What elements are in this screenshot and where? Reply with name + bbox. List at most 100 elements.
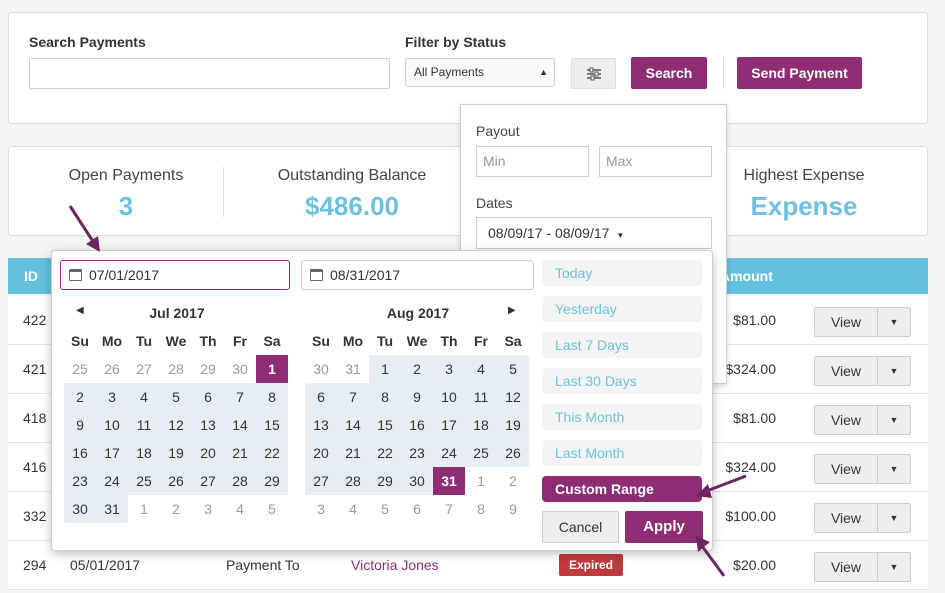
calendar-day[interactable]: 31 — [96, 495, 128, 523]
calendar-day[interactable]: 1 — [369, 355, 401, 383]
calendar-day[interactable]: 5 — [369, 495, 401, 523]
calendar-day[interactable]: 5 — [256, 495, 288, 523]
search-button[interactable]: Search — [631, 57, 707, 89]
calendar-day[interactable]: 12 — [160, 411, 192, 439]
calendar-day[interactable]: 21 — [337, 439, 369, 467]
range-option[interactable]: Yesterday — [542, 296, 702, 322]
calendar-day[interactable]: 14 — [337, 411, 369, 439]
calendar-day[interactable]: 15 — [256, 411, 288, 439]
column-header-amount[interactable]: Amount — [720, 268, 773, 284]
view-button[interactable]: View — [814, 552, 878, 582]
filter-options-button[interactable] — [571, 58, 616, 89]
dates-range-select[interactable]: 08/09/17 - 08/09/17 ▼ — [476, 217, 712, 249]
row-actions-dropdown[interactable]: ▼ — [877, 503, 911, 533]
calendar-day[interactable]: 3 — [96, 383, 128, 411]
calendar-day[interactable]: 9 — [401, 383, 433, 411]
end-date-input[interactable]: 08/31/2017 — [301, 260, 534, 290]
calendar-day[interactable]: 5 — [497, 355, 529, 383]
calendar-day[interactable]: 26 — [96, 355, 128, 383]
calendar-day[interactable]: 25 — [465, 439, 497, 467]
calendar-day[interactable]: 30 — [64, 495, 96, 523]
calendar-day[interactable]: 9 — [497, 495, 529, 523]
status-select[interactable]: All Payments ▲ — [405, 58, 555, 87]
calendar-day[interactable]: 29 — [192, 355, 224, 383]
calendar-day[interactable]: 11 — [128, 411, 160, 439]
view-button[interactable]: View — [814, 405, 878, 435]
calendar-day[interactable]: 23 — [64, 467, 96, 495]
calendar-day[interactable]: 5 — [160, 383, 192, 411]
calendar-day[interactable]: 26 — [497, 439, 529, 467]
calendar-day[interactable]: 20 — [192, 439, 224, 467]
calendar-day[interactable]: 31 — [433, 467, 465, 495]
range-option[interactable]: Today — [542, 260, 702, 286]
calendar-day[interactable]: 1 — [465, 467, 497, 495]
calendar-day[interactable]: 12 — [497, 383, 529, 411]
send-payment-button[interactable]: Send Payment — [737, 57, 862, 89]
calendar-day[interactable]: 1 — [256, 355, 288, 383]
calendar-day[interactable]: 8 — [256, 383, 288, 411]
row-actions-dropdown[interactable]: ▼ — [877, 454, 911, 484]
calendar-day[interactable]: 2 — [497, 467, 529, 495]
calendar-day[interactable]: 19 — [160, 439, 192, 467]
calendar-day[interactable]: 10 — [96, 411, 128, 439]
calendar-day[interactable]: 10 — [433, 383, 465, 411]
calendar-day[interactable]: 9 — [64, 411, 96, 439]
range-option[interactable]: Last Month — [542, 440, 702, 466]
calendar-day[interactable]: 7 — [337, 383, 369, 411]
calendar-day[interactable]: 2 — [64, 383, 96, 411]
payout-max-input[interactable]: Max — [599, 146, 712, 177]
calendar-day[interactable]: 18 — [128, 439, 160, 467]
calendar-day[interactable]: 6 — [305, 383, 337, 411]
calendar-day[interactable]: 16 — [64, 439, 96, 467]
calendar-day[interactable]: 29 — [256, 467, 288, 495]
range-option[interactable]: This Month — [542, 404, 702, 430]
range-option[interactable]: Last 30 Days — [542, 368, 702, 394]
row-actions-dropdown[interactable]: ▼ — [877, 552, 911, 582]
calendar-day[interactable]: 4 — [224, 495, 256, 523]
calendar-day[interactable]: 1 — [128, 495, 160, 523]
calendar-day[interactable]: 3 — [305, 495, 337, 523]
calendar-day[interactable]: 3 — [433, 355, 465, 383]
calendar-day[interactable]: 20 — [305, 439, 337, 467]
view-button[interactable]: View — [814, 503, 878, 533]
calendar-day[interactable]: 2 — [401, 355, 433, 383]
calendar-day[interactable]: 3 — [192, 495, 224, 523]
calendar-day[interactable]: 29 — [369, 467, 401, 495]
calendar-day[interactable]: 31 — [337, 355, 369, 383]
calendar-day[interactable]: 7 — [224, 383, 256, 411]
calendar-day[interactable]: 26 — [160, 467, 192, 495]
calendar-day[interactable]: 19 — [497, 411, 529, 439]
calendar-day[interactable]: 21 — [224, 439, 256, 467]
calendar-day[interactable]: 28 — [160, 355, 192, 383]
calendar-day[interactable]: 13 — [192, 411, 224, 439]
calendar-day[interactable]: 24 — [96, 467, 128, 495]
row-actions-dropdown[interactable]: ▼ — [877, 356, 911, 386]
calendar-day[interactable]: 8 — [465, 495, 497, 523]
calendar-day[interactable]: 28 — [224, 467, 256, 495]
search-input[interactable] — [29, 58, 390, 89]
calendar-day[interactable]: 2 — [160, 495, 192, 523]
calendar-day[interactable]: 4 — [465, 355, 497, 383]
column-header-id[interactable]: ID — [24, 268, 38, 284]
range-option[interactable]: Custom Range — [542, 476, 702, 502]
calendar-day[interactable]: 24 — [433, 439, 465, 467]
calendar-day[interactable]: 15 — [369, 411, 401, 439]
calendar-day[interactable]: 6 — [192, 383, 224, 411]
calendar-day[interactable]: 23 — [401, 439, 433, 467]
calendar-day[interactable]: 30 — [224, 355, 256, 383]
cancel-button[interactable]: Cancel — [542, 511, 619, 543]
calendar-day[interactable]: 22 — [369, 439, 401, 467]
calendar-day[interactable]: 22 — [256, 439, 288, 467]
calendar-day[interactable]: 18 — [465, 411, 497, 439]
range-option[interactable]: Last 7 Days — [542, 332, 702, 358]
row-actions-dropdown[interactable]: ▼ — [877, 405, 911, 435]
calendar-day[interactable]: 14 — [224, 411, 256, 439]
start-date-input[interactable]: 07/01/2017 — [60, 260, 290, 290]
calendar-day[interactable]: 30 — [401, 467, 433, 495]
calendar-day[interactable]: 16 — [401, 411, 433, 439]
calendar-day[interactable]: 11 — [465, 383, 497, 411]
calendar-day[interactable]: 8 — [369, 383, 401, 411]
calendar-day[interactable]: 6 — [401, 495, 433, 523]
calendar-day[interactable]: 30 — [305, 355, 337, 383]
calendar-day[interactable]: 17 — [433, 411, 465, 439]
